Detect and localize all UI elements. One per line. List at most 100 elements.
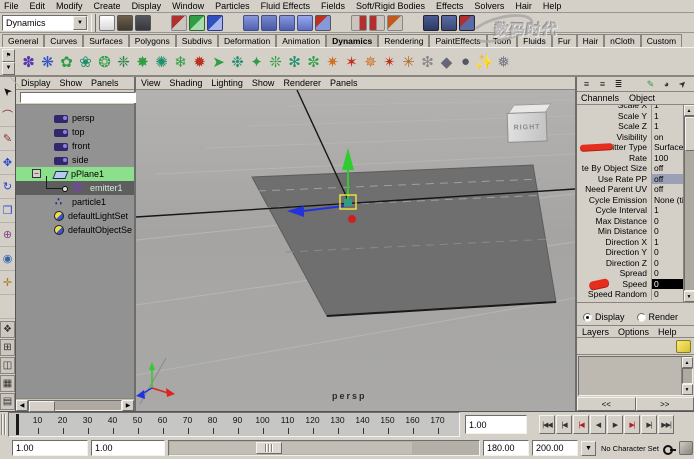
- shelf-tab[interactable]: Polygons: [129, 34, 176, 47]
- shelf-tab[interactable]: PaintEffects: [429, 34, 486, 47]
- shelf-tab[interactable]: Animation: [276, 34, 326, 47]
- uniform-field-icon[interactable]: ➤: [209, 50, 228, 74]
- expander-icon[interactable]: −: [32, 169, 41, 178]
- drag-field-icon[interactable]: ✺: [152, 50, 171, 74]
- expander-icon[interactable]: [32, 197, 41, 206]
- character-set-label[interactable]: No Character Set: [599, 444, 659, 453]
- outliner-item[interactable]: emitter1: [16, 181, 134, 195]
- channel-value[interactable]: Surface: [651, 142, 683, 153]
- new-scene-icon[interactable]: [99, 15, 115, 31]
- scroll-thumb[interactable]: [685, 117, 694, 151]
- save-scene-icon[interactable]: [135, 15, 151, 31]
- spring-constraint-icon[interactable]: ❇: [418, 50, 437, 74]
- air-field-icon[interactable]: ✸: [133, 50, 152, 74]
- playback-button[interactable]: |◀: [573, 415, 589, 434]
- volume-axis-field-icon[interactable]: ❊: [266, 50, 285, 74]
- channel-value[interactable]: 0: [651, 268, 683, 279]
- shelf-tab[interactable]: nCloth: [604, 34, 641, 47]
- channel-row[interactable]: Spread 0: [577, 268, 683, 279]
- create-emitter-icon[interactable]: ❋: [38, 50, 57, 74]
- channel-row[interactable]: Direction Y 0: [577, 247, 683, 258]
- render-radio[interactable]: Render: [637, 312, 679, 322]
- show-manip-tool-icon[interactable]: ✛: [0, 271, 15, 295]
- shelf-tab[interactable]: Fluids: [517, 34, 552, 47]
- viewport-menu-item[interactable]: Show: [252, 78, 275, 88]
- playback-end-field[interactable]: 180.00: [483, 440, 529, 456]
- character-set-menu-icon[interactable]: ▼: [581, 441, 596, 456]
- channel-value[interactable]: 0: [651, 258, 683, 269]
- expander-icon[interactable]: [32, 127, 41, 136]
- playback-button[interactable]: ▶|: [624, 415, 640, 434]
- channel-value[interactable]: 0: [651, 216, 683, 227]
- viewport-menu-item[interactable]: Shading: [169, 78, 202, 88]
- channel-value[interactable]: 1: [651, 121, 683, 132]
- channel-row[interactable]: Scale Y 1: [577, 111, 683, 122]
- expander-icon[interactable]: [32, 155, 41, 164]
- scroll-up-icon[interactable]: ▲: [684, 105, 694, 116]
- menu-item[interactable]: Modify: [56, 1, 83, 11]
- expander-icon[interactable]: [32, 113, 41, 122]
- turbulence-field-icon[interactable]: ❉: [228, 50, 247, 74]
- scroll-thumb[interactable]: [29, 401, 55, 412]
- viewport-menu-item[interactable]: Panels: [330, 78, 358, 88]
- new-layer-icon[interactable]: [676, 340, 691, 353]
- channel-box-menu-item[interactable]: Object: [629, 93, 655, 103]
- outliner-item[interactable]: defaultLightSet: [16, 209, 134, 223]
- outliner-item[interactable]: side: [16, 153, 134, 167]
- nav-prev-button[interactable]: <<: [577, 397, 636, 411]
- menu-item[interactable]: Fields: [321, 1, 345, 11]
- menu-item[interactable]: Display: [132, 1, 162, 11]
- passive-rigid-body-icon[interactable]: ✶: [342, 50, 361, 74]
- channel-value[interactable]: 1: [651, 205, 683, 216]
- current-frame-input[interactable]: [465, 415, 527, 434]
- display-radio[interactable]: Display: [583, 312, 625, 322]
- shelf-tab[interactable]: Curves: [44, 34, 83, 47]
- vortex-field-icon[interactable]: ✦: [247, 50, 266, 74]
- hinge-constraint-icon[interactable]: ✳: [399, 50, 418, 74]
- layout-hypergraph-icon[interactable]: ▤: [0, 393, 15, 410]
- manip-mode-icon[interactable]: ➤: [674, 75, 692, 93]
- menu-set-dropdown[interactable]: Dynamics ▼: [2, 15, 88, 31]
- viewport-canvas[interactable]: RIGHT persp: [136, 90, 575, 411]
- shelf-tab[interactable]: Deformation: [218, 34, 276, 47]
- open-scene-icon[interactable]: [117, 15, 133, 31]
- make-live-icon[interactable]: [315, 15, 331, 31]
- menu-item[interactable]: Hair: [515, 1, 532, 11]
- outliner-menu-item[interactable]: Panels: [91, 78, 119, 88]
- outliner-item[interactable]: particle1: [16, 195, 134, 209]
- solver-icon[interactable]: ●: [456, 50, 475, 74]
- menu-item[interactable]: Window: [172, 1, 204, 11]
- separator[interactable]: [333, 15, 349, 31]
- shelf-tab-cycle-icon[interactable]: ⚑: [2, 49, 15, 62]
- nail-constraint-icon[interactable]: ✵: [361, 50, 380, 74]
- separator[interactable]: [225, 15, 241, 31]
- shelf-tab[interactable]: Surfaces: [83, 34, 129, 47]
- menu-item[interactable]: File: [4, 1, 19, 11]
- separator[interactable]: [405, 15, 421, 31]
- nav-next-button[interactable]: >>: [636, 397, 694, 411]
- channel-row[interactable]: Need Parent UV off: [577, 184, 683, 195]
- soft-mod-tool-icon[interactable]: ◉: [0, 247, 15, 271]
- use-selected-emitter-icon[interactable]: ❀: [76, 50, 95, 74]
- channel-value[interactable]: 0: [651, 289, 683, 300]
- outliner-item[interactable]: top: [16, 125, 134, 139]
- scroll-up-icon[interactable]: ▲: [682, 357, 693, 368]
- construction-history-icon[interactable]: [387, 15, 403, 31]
- last-tool-icon[interactable]: [0, 295, 15, 319]
- outliner-hscrollbar[interactable]: ◀ ▶: [16, 398, 134, 411]
- channel-value[interactable]: on: [651, 132, 683, 143]
- shelf-tab[interactable]: Custom: [641, 34, 682, 47]
- playback-button[interactable]: ▶▶|: [658, 415, 674, 434]
- lasso-select-tool-icon[interactable]: ⌒: [0, 103, 15, 127]
- channel-layout-icon-3[interactable]: ≣: [612, 78, 625, 90]
- scroll-down-icon[interactable]: ▼: [684, 291, 694, 302]
- chevron-down-icon[interactable]: ▼: [73, 16, 87, 30]
- connect-to-field-icon[interactable]: ✻: [285, 50, 304, 74]
- shelf-tab[interactable]: Subdivs: [176, 34, 218, 47]
- channel-value[interactable]: off: [651, 184, 683, 195]
- layer-menu-item[interactable]: Help: [658, 327, 677, 337]
- outliner-menu-item[interactable]: Display: [21, 78, 51, 88]
- channel-row[interactable]: Visibility on: [577, 132, 683, 143]
- layer-scrollbar[interactable]: ▲ ▼: [681, 357, 692, 395]
- outliner-item[interactable]: front: [16, 139, 134, 153]
